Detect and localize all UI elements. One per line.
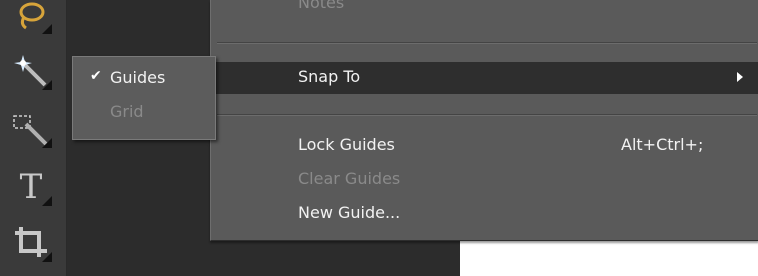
lasso-tool-button[interactable] (6, 0, 56, 38)
menu-item-clear-guides[interactable]: Clear Guides (211, 164, 758, 196)
type-tool-icon: T (19, 167, 43, 207)
lock-guides-shortcut: Alt+Ctrl+; (621, 135, 704, 154)
menu-item-new-guide[interactable]: New Guide... (211, 198, 758, 230)
menu-item-snap-to[interactable]: Snap To (211, 62, 758, 94)
submenu-item-grid[interactable]: Grid (73, 98, 215, 126)
view-menu-dropdown: Notes Snap To Lock Guides Alt+Ctrl+; Cle… (210, 0, 758, 241)
type-tool-button[interactable]: T (6, 164, 56, 210)
magic-wand-tool-button[interactable] (6, 48, 56, 94)
submenu-arrow-icon (737, 72, 743, 82)
menu-separator (217, 114, 757, 116)
menu-separator (217, 42, 757, 44)
quick-selection-tool-button[interactable] (6, 106, 56, 152)
menu-item-lock-guides[interactable]: Lock Guides Alt+Ctrl+; (211, 130, 758, 162)
tools-panel: T (0, 0, 67, 276)
crop-tool-button[interactable] (6, 220, 56, 266)
menu-item-notes[interactable]: Notes (211, 0, 758, 20)
snap-to-submenu: ✔ Guides Grid (72, 56, 216, 140)
submenu-item-guides[interactable]: ✔ Guides (73, 64, 215, 92)
checkmark-icon: ✔ (90, 68, 102, 84)
